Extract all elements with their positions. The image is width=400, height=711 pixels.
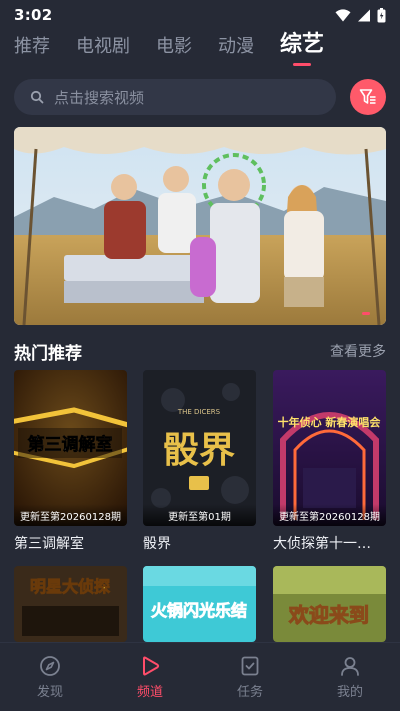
poster-title: 明星大侦探 xyxy=(30,577,110,596)
signal-icon xyxy=(358,9,370,21)
banner-page-indicator xyxy=(362,312,370,315)
nav-label: 我的 xyxy=(336,685,363,700)
tab-movies[interactable]: 电影 xyxy=(156,32,192,64)
poster-image: 十年侦心 新春演唱会 xyxy=(273,370,386,526)
poster-subtitle: THE DICERS xyxy=(177,408,221,416)
video-card[interactable]: 第三调解室 更新至第20260128期 第三调解室 xyxy=(14,370,127,553)
poster-image: 火锅闪光乐结 xyxy=(143,566,256,642)
update-caption: 更新至第20260128期 xyxy=(14,504,127,526)
play-icon xyxy=(143,656,160,676)
poster-title: 欢迎来到 xyxy=(288,603,369,627)
poster-image: THE DICERS 骰界 xyxy=(143,370,256,526)
card-title: 第三调解室 xyxy=(14,536,84,552)
profile-icon xyxy=(341,657,359,676)
featured-banner[interactable] xyxy=(14,127,386,325)
poster: 火锅闪光乐结 xyxy=(143,566,256,642)
video-card[interactable]: THE DICERS 骰界 更新至第01期 骰界 xyxy=(143,370,256,553)
card-title: 骰界 xyxy=(143,536,171,552)
search-icon xyxy=(30,90,44,104)
filter-button[interactable] xyxy=(350,79,386,115)
search-input[interactable]: 点击搜索视频 xyxy=(14,79,336,115)
see-more-link[interactable]: 查看更多 xyxy=(330,341,386,361)
poster-image: 第三调解室 xyxy=(14,370,127,526)
hot-recommend-header: 热门推荐 查看更多 xyxy=(14,338,386,364)
video-card[interactable]: 火锅闪光乐结 xyxy=(143,566,256,642)
task-icon xyxy=(241,656,259,676)
status-time: 3:02 xyxy=(14,6,53,24)
poster: 欢迎来到 xyxy=(273,566,386,642)
nav-label: 发现 xyxy=(36,685,63,700)
status-bar: 3:02 xyxy=(0,0,400,30)
poster-title: 十年侦心 新春演唱会 xyxy=(278,415,382,429)
battery-icon xyxy=(377,7,386,22)
update-caption: 更新至第01期 xyxy=(143,504,256,526)
banner-image xyxy=(14,127,386,325)
category-tabs: 推荐 电视剧 电影 动漫 综艺 xyxy=(0,30,400,64)
filter-icon xyxy=(359,89,376,104)
tab-anime[interactable]: 动漫 xyxy=(218,32,254,64)
video-card[interactable]: 明星大侦探 xyxy=(14,566,127,642)
poster: 第三调解室 更新至第20260128期 xyxy=(14,370,127,526)
status-icons xyxy=(335,7,386,23)
update-caption: 更新至第20260128期 xyxy=(273,504,386,526)
section-title: 热门推荐 xyxy=(14,343,82,364)
video-card[interactable]: 欢迎来到 xyxy=(273,566,386,642)
poster: 明星大侦探 xyxy=(14,566,127,642)
poster: THE DICERS 骰界 更新至第01期 xyxy=(143,370,256,526)
card-title: 大侦探第十一… xyxy=(273,536,371,552)
poster-image: 明星大侦探 xyxy=(14,566,127,642)
nav-tasks[interactable]: 任务 xyxy=(210,655,290,700)
video-card[interactable]: 十年侦心 新春演唱会 更新至第20260128期 大侦探第十一… xyxy=(273,370,386,553)
poster: 十年侦心 新春演唱会 更新至第20260128期 xyxy=(273,370,386,526)
bottom-navigation: 发现 频道 任务 我的 xyxy=(0,642,400,711)
search-placeholder: 点击搜索视频 xyxy=(54,88,145,107)
nav-label: 频道 xyxy=(136,685,163,700)
poster-image: 欢迎来到 xyxy=(273,566,386,642)
poster-title: 骰界 xyxy=(163,430,235,471)
poster-title: 火锅闪光乐结 xyxy=(151,601,247,620)
nav-label: 任务 xyxy=(236,685,263,700)
compass-icon xyxy=(40,656,60,676)
search-row: 点击搜索视频 xyxy=(14,78,386,116)
tab-variety[interactable]: 综艺 xyxy=(280,26,324,64)
tab-recommend[interactable]: 推荐 xyxy=(14,32,50,64)
poster-title: 第三调解室 xyxy=(28,434,113,455)
tab-tv-series[interactable]: 电视剧 xyxy=(76,32,130,64)
nav-profile[interactable]: 我的 xyxy=(310,655,390,700)
wifi-icon xyxy=(335,8,351,21)
nav-channel[interactable]: 频道 xyxy=(110,655,190,700)
nav-discover[interactable]: 发现 xyxy=(10,655,90,700)
